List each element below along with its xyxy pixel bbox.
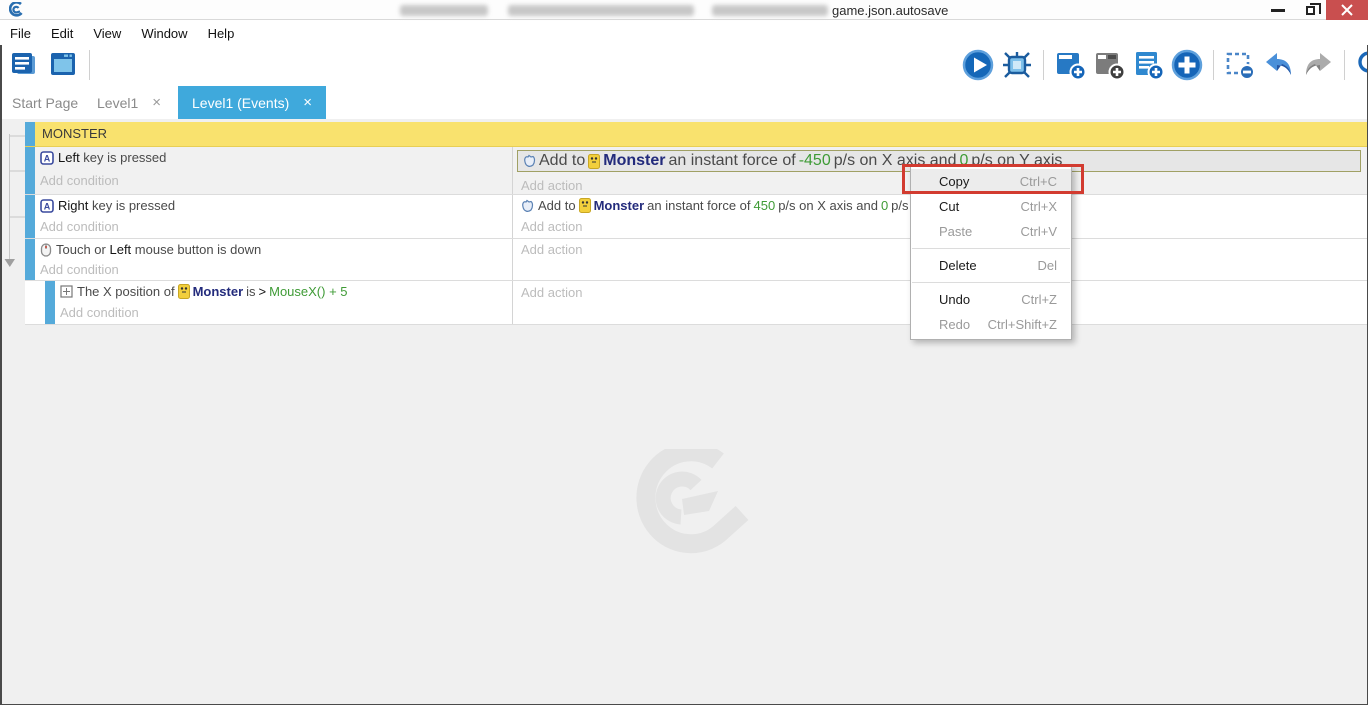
tab-level1[interactable]: Level1 × (97, 86, 161, 119)
title-redacted-3 (712, 5, 828, 16)
add-condition-link[interactable]: Add condition (40, 219, 119, 234)
restore-button[interactable] (1296, 0, 1324, 20)
event-row-3: Touch or Left mouse button is down Add c… (25, 239, 1367, 281)
add-other-event-button[interactable] (1171, 49, 1203, 81)
add-condition-link[interactable]: Add condition (60, 305, 139, 320)
keyboard-key-icon: A (40, 151, 54, 165)
title-bar: game.json.autosave (0, 0, 1368, 20)
window-title: game.json.autosave (832, 3, 948, 18)
menu-help[interactable]: Help (206, 23, 245, 44)
window-border-left (0, 45, 2, 705)
toolbar-separator (1344, 50, 1345, 80)
title-redacted-1 (400, 5, 488, 16)
unselect-all-button[interactable] (1224, 49, 1256, 81)
add-condition-link[interactable]: Add condition (40, 173, 119, 188)
undo-button[interactable] (1263, 49, 1295, 81)
mouse-icon (40, 243, 52, 257)
debug-icon[interactable] (1001, 49, 1033, 81)
event-color-bar (25, 147, 35, 194)
redo-button[interactable] (1302, 49, 1334, 81)
context-menu-cut[interactable]: Cut Ctrl+X (911, 194, 1071, 219)
condition-left-key[interactable]: A Left key is pressed (40, 150, 166, 165)
add-condition-link[interactable]: Add condition (40, 262, 119, 277)
force-hand-icon (520, 199, 534, 213)
tab-level1-events[interactable]: Level1 (Events) × (178, 86, 326, 119)
tab-start-page[interactable]: Start Page (12, 86, 78, 119)
sub-event-row: The X position of Monster is > MouseX() … (25, 281, 1367, 325)
tab-close-icon[interactable]: × (152, 94, 161, 111)
force-hand-icon (522, 154, 536, 168)
gdevelop-logo (9, 2, 25, 18)
add-comment-button[interactable] (1132, 49, 1164, 81)
menu-bar: File Edit View Window Help (0, 21, 1368, 45)
svg-text:A: A (44, 153, 51, 163)
add-event-button[interactable] (1054, 49, 1086, 81)
menu-separator (912, 282, 1070, 283)
condition-right-key[interactable]: A Right key is pressed (40, 198, 175, 213)
minimize-button[interactable] (1264, 0, 1292, 20)
add-action-link[interactable]: Add action (521, 178, 582, 193)
gdevelop-window: game.json.autosave File Edit View Window… (0, 0, 1368, 705)
svg-text:A: A (44, 201, 51, 211)
gdevelop-logo-watermark (622, 449, 750, 561)
add-sub-event-button[interactable] (1093, 49, 1125, 81)
event-color-bar (45, 281, 55, 324)
tab-close-icon[interactable]: × (303, 94, 312, 111)
action-instant-force[interactable]: Add to Monster an instant force of 450 p… (520, 198, 965, 213)
title-redacted-2 (508, 5, 694, 16)
add-action-link[interactable]: Add action (521, 285, 582, 300)
event-row-1: A Left key is pressed Add condition Add … (25, 147, 1367, 195)
toolbar-separator (1043, 50, 1044, 80)
condition-mouse-down[interactable]: Touch or Left mouse button is down (40, 242, 261, 257)
play-button[interactable] (962, 49, 994, 81)
event-color-bar (25, 239, 35, 280)
comment-row[interactable]: MONSTER (25, 122, 1367, 147)
monster-sprite-icon (579, 198, 591, 213)
close-button[interactable] (1326, 0, 1368, 20)
menu-separator (912, 248, 1070, 249)
expander-arrow-icon[interactable] (5, 259, 16, 267)
context-menu-copy[interactable]: Copy Ctrl+C (911, 169, 1071, 194)
tab-bar: Start Page Level1 × Level1 (Events) × (0, 86, 1368, 119)
menu-edit[interactable]: Edit (49, 23, 83, 44)
context-menu-undo[interactable]: Undo Ctrl+Z (911, 287, 1071, 312)
comment-text: MONSTER (42, 126, 107, 141)
monster-sprite-icon (588, 154, 600, 169)
toolbar-separator (89, 50, 90, 80)
scene-editor-window-icon[interactable] (47, 49, 79, 81)
project-manager-icon[interactable] (8, 49, 40, 81)
context-menu-delete[interactable]: Delete Del (911, 253, 1071, 278)
add-action-link[interactable]: Add action (521, 219, 582, 234)
keyboard-key-icon: A (40, 199, 54, 213)
toolbar-separator (1213, 50, 1214, 80)
menu-file[interactable]: File (8, 23, 41, 44)
position-icon (60, 285, 73, 298)
context-menu: Copy Ctrl+C Cut Ctrl+X Paste Ctrl+V Dele… (910, 166, 1072, 340)
add-action-link[interactable]: Add action (521, 242, 582, 257)
close-icon (1341, 4, 1353, 16)
menu-view[interactable]: View (91, 23, 131, 44)
events-sheet: MONSTER A Left key is pressed Add condit… (2, 119, 1367, 704)
toolbar (0, 45, 1368, 86)
monster-sprite-icon (178, 284, 190, 299)
context-menu-paste[interactable]: Paste Ctrl+V (911, 219, 1071, 244)
context-menu-redo[interactable]: Redo Ctrl+Shift+Z (911, 312, 1071, 337)
event-color-bar (25, 122, 35, 146)
menu-window[interactable]: Window (139, 23, 197, 44)
event-color-bar (25, 195, 35, 238)
condition-x-position[interactable]: The X position of Monster is > MouseX() … (60, 284, 348, 299)
event-row-2: A Right key is pressed Add condition Add… (25, 195, 1367, 239)
